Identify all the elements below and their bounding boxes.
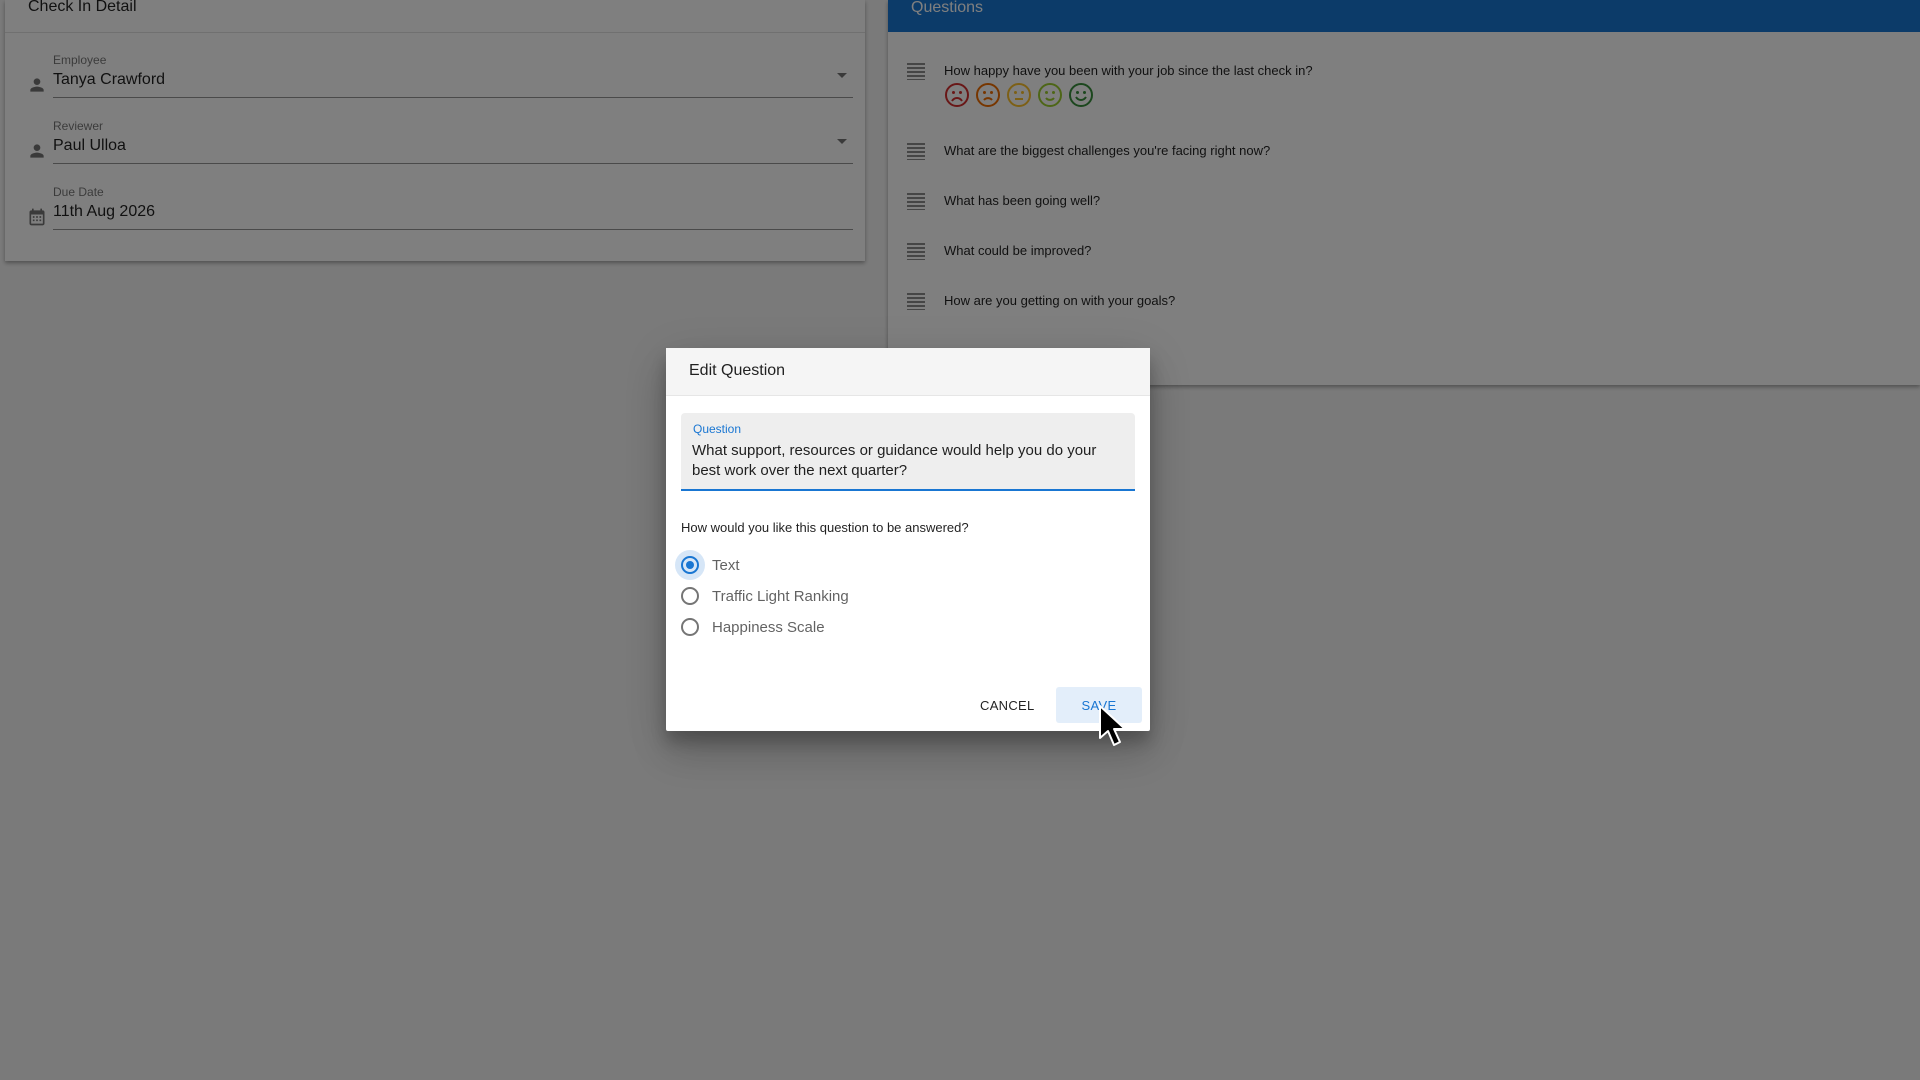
- radio-option-happiness-scale[interactable]: Happiness Scale: [681, 616, 981, 642]
- question-label: Question: [693, 422, 742, 436]
- edit-question-dialog: Edit Question Question What support, res…: [666, 348, 1150, 731]
- dialog-title: Edit Question: [689, 362, 786, 379]
- radio-button[interactable]: [681, 618, 699, 636]
- radio-option-traffic-light[interactable]: Traffic Light Ranking: [681, 585, 981, 611]
- mouse-cursor-icon: [1099, 705, 1126, 746]
- radio-option-text[interactable]: Text: [675, 550, 981, 580]
- question-input[interactable]: What support, resources or guidance woul…: [692, 441, 1122, 485]
- question-field[interactable]: Question What support, resources or guid…: [681, 413, 1135, 491]
- answer-type-prompt: How would you like this question to be a…: [681, 520, 969, 535]
- radio-button[interactable]: [681, 556, 699, 574]
- radio-button[interactable]: [681, 587, 699, 605]
- radio-label[interactable]: Happiness Scale: [712, 619, 825, 636]
- radio-label[interactable]: Text: [712, 557, 740, 574]
- radio-label[interactable]: Traffic Light Ranking: [712, 588, 849, 605]
- cancel-button[interactable]: CANCEL: [970, 687, 1045, 723]
